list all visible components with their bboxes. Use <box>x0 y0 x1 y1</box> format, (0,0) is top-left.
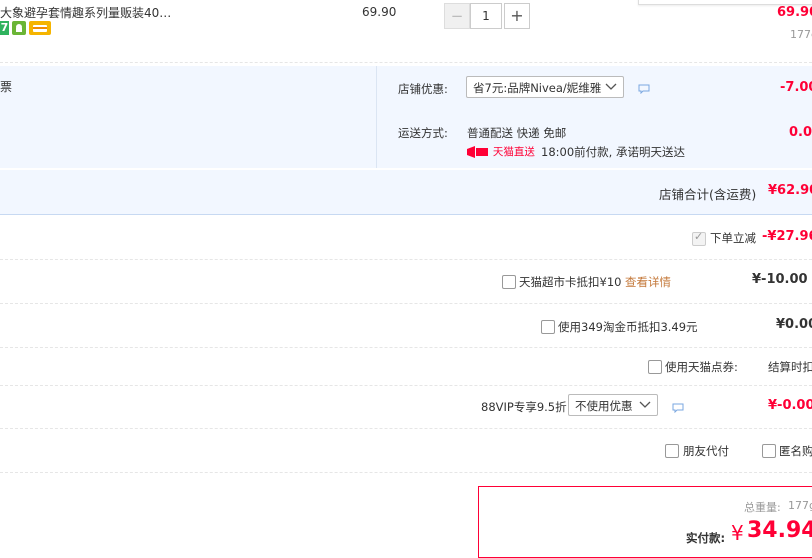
supermarket-card-label: 天猫超市卡抵扣¥10 <box>519 275 622 289</box>
shop-discount-value: 省7元:品牌Nivea/妮维雅 <box>473 81 602 95</box>
service-icon-card <box>29 21 51 35</box>
qty-plus-button[interactable]: + <box>504 3 530 29</box>
friend-pay-label: 朋友代付 <box>683 444 729 458</box>
divider <box>0 385 812 386</box>
divider <box>0 428 812 429</box>
anonymous-label: 匿名购 <box>779 444 812 458</box>
shop-total-row: 店铺合计(含运费) ¥62.90 <box>0 170 812 215</box>
product-weight: 177g <box>790 28 812 41</box>
tmall-points-checkbox[interactable] <box>648 360 662 374</box>
tmall-direct-text: 天猫直送 <box>492 146 535 158</box>
shipping-amount: 0.00 <box>789 125 812 140</box>
chevron-down-icon <box>639 396 651 417</box>
shop-total-label: 店铺合计(含运费) <box>659 187 757 202</box>
shop-discount-amount: -7.00 <box>780 80 812 95</box>
taojinbi-label: 使用349淘金币抵扣3.49元 <box>558 320 698 334</box>
product-title[interactable]: 大象避孕套情趣系列量贩装40… <box>0 4 171 21</box>
service-icon-android <box>12 21 26 35</box>
shop-options-block: 票 店铺优惠: 省7元:品牌Nivea/妮维雅 -7.00 运送方式: 普通配送… <box>0 66 812 168</box>
vip88-select[interactable]: 不使用优惠 <box>568 394 658 416</box>
quantity-stepper: − 1 + <box>444 3 530 29</box>
shipping-promise: 18:00前付款, 承诺明天送达 <box>541 145 685 159</box>
chat-icon[interactable] <box>638 83 650 95</box>
total-weight-label: 总重量: <box>744 501 781 514</box>
tmall-direct-badge: 天猫直送 <box>467 144 535 158</box>
vip88-value: 不使用优惠 <box>575 399 633 413</box>
chat-icon[interactable] <box>672 402 684 414</box>
qty-minus-button[interactable]: − <box>444 3 470 29</box>
pay-amount: 34.94 <box>747 518 812 543</box>
tmall-points-note: 结算时扣 <box>768 360 812 374</box>
vertical-divider <box>376 66 377 168</box>
tmall-points-label: 使用天猫点券: <box>665 360 738 374</box>
friend-pay-checkbox[interactable] <box>665 444 679 458</box>
divider <box>0 472 812 473</box>
shop-discount-select[interactable]: 省7元:品牌Nivea/妮维雅 <box>466 76 624 98</box>
popup-edge <box>638 0 812 5</box>
order-discount-checkbox[interactable] <box>692 230 706 246</box>
pay-currency: ¥ <box>731 521 744 545</box>
invoice-hint: 票 <box>0 80 13 94</box>
qty-input[interactable]: 1 <box>470 3 502 29</box>
taojinbi-amount: ¥0.00 <box>776 317 812 332</box>
chevron-down-icon <box>605 78 617 99</box>
shipping-method: 普通配送 快递 免邮 <box>467 126 567 140</box>
taojinbi-checkbox[interactable] <box>541 320 555 334</box>
divider <box>0 259 812 260</box>
divider <box>0 303 812 304</box>
supermarket-card-amount: ¥-10.00 <box>752 272 808 287</box>
anonymous-checkbox[interactable] <box>762 444 776 458</box>
supermarket-card-checkbox[interactable] <box>502 275 516 289</box>
shop-total-amount: ¥62.90 <box>768 183 812 198</box>
pay-label: 实付款: <box>686 531 726 545</box>
divider <box>0 347 812 348</box>
supermarket-card-detail-link[interactable]: 查看详情 <box>625 274 671 290</box>
service-icon-7day: 7 <box>0 21 9 35</box>
product-subtotal: 69.90 <box>777 5 812 20</box>
product-row: 大象避孕套情趣系列量贩装40… 7 69.90 − 1 + 69.90 177g <box>0 0 812 62</box>
order-discount-amount: -¥27.96 <box>762 229 812 244</box>
vip88-label: 88VIP专享9.5折 <box>481 400 567 414</box>
total-weight-value: 177g <box>788 499 812 512</box>
payment-summary-box: 总重量: 177g 实付款: ¥ 34.94 <box>478 486 812 558</box>
vip88-amount: ¥-0.00 <box>768 398 812 413</box>
order-discount-label: 下单立减 <box>710 231 756 245</box>
shop-discount-label: 店铺优惠: <box>398 82 448 96</box>
shipping-label: 运送方式: <box>398 126 448 140</box>
divider <box>0 62 812 63</box>
product-unit-price: 69.90 <box>362 5 397 19</box>
